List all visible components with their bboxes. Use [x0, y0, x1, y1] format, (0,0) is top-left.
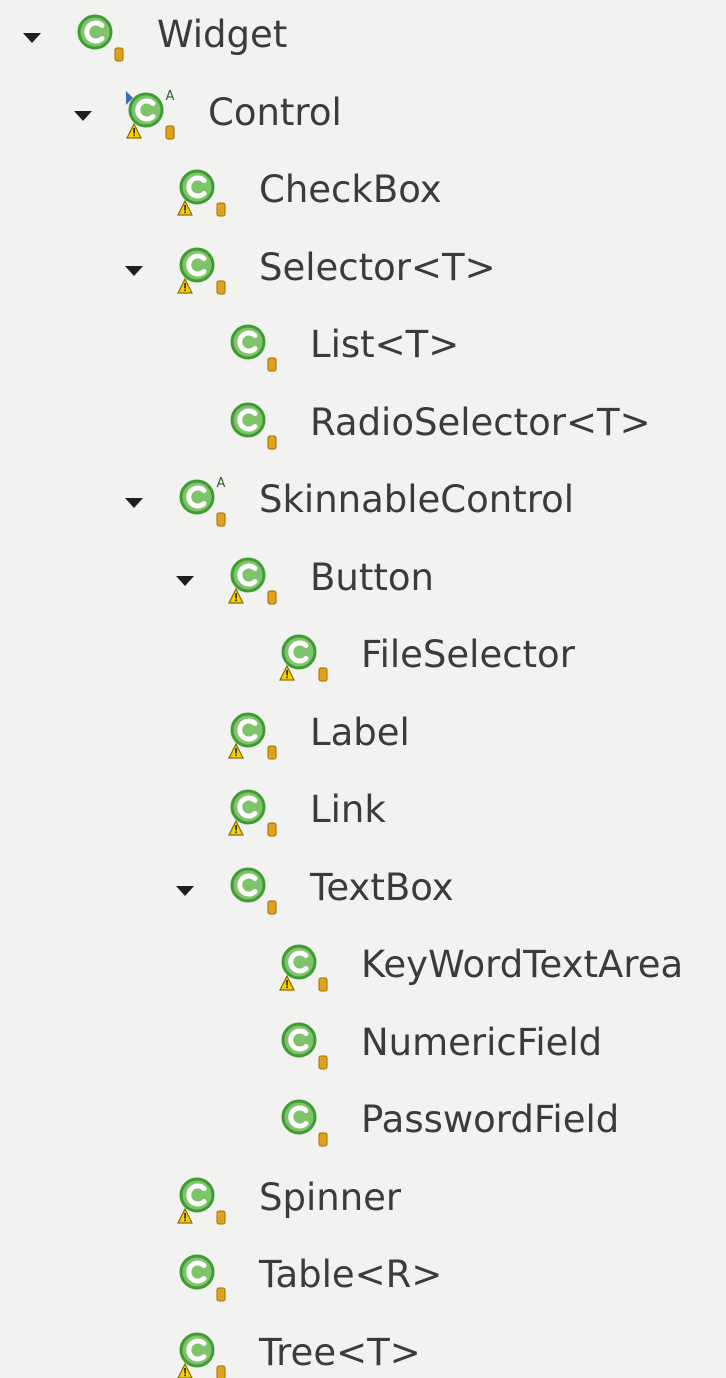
tree-item-label: PasswordField	[361, 1098, 620, 1141]
class-icon	[228, 318, 304, 378]
tree-item-label: SkinnableControl	[259, 478, 575, 521]
tree-row[interactable]: RadioSelector<T>	[0, 388, 726, 466]
tree-row[interactable]: Selector<T>	[0, 233, 726, 311]
tree-row[interactable]: Widget	[0, 0, 726, 78]
tree-item-label: Label	[310, 710, 410, 754]
tree-item-label: List<T>	[310, 323, 460, 366]
tree-row[interactable]: Table<R>	[0, 1240, 726, 1318]
class-icon	[279, 1093, 355, 1153]
class-icon	[177, 163, 253, 223]
tree-row[interactable]: Button	[0, 543, 726, 621]
class-icon	[177, 241, 253, 301]
class-icon	[228, 706, 304, 766]
tree-row[interactable]: Tree<T>	[0, 1318, 726, 1378]
tree-item-label: KeyWordTextArea	[361, 943, 684, 986]
class-icon	[228, 861, 304, 921]
class-icon	[228, 783, 304, 843]
class-icon	[228, 396, 304, 456]
tree-row[interactable]: TextBox	[0, 853, 726, 931]
chevron-down-icon[interactable]	[120, 257, 148, 285]
tree-item-label: FileSelector	[361, 633, 575, 676]
chevron-down-icon[interactable]	[69, 102, 97, 130]
tree-item-label: Selector<T>	[259, 245, 496, 289]
svg-text:A: A	[166, 89, 175, 104]
tree-row[interactable]: PasswordField	[0, 1085, 726, 1163]
tree-item-label: Tree<T>	[259, 1330, 421, 1374]
tree-row[interactable]: CheckBox	[0, 155, 726, 233]
chevron-down-icon[interactable]	[120, 489, 148, 517]
tree-item-label: Link	[310, 788, 386, 831]
type-hierarchy-tree: Widget A Control CheckBox Selector<T> List<T>…	[0, 0, 726, 1378]
chevron-down-icon[interactable]	[171, 877, 199, 905]
tree-row[interactable]: FileSelector	[0, 620, 726, 698]
class-icon: A	[126, 86, 202, 146]
tree-item-label: Button	[310, 555, 434, 599]
tree-row[interactable]: KeyWordTextArea	[0, 930, 726, 1008]
class-icon	[177, 1248, 253, 1308]
chevron-down-icon[interactable]	[18, 24, 46, 52]
class-icon	[279, 628, 355, 688]
class-icon	[279, 938, 355, 998]
chevron-down-icon[interactable]	[171, 567, 199, 595]
tree-item-label: Spinner	[259, 1175, 402, 1219]
class-icon	[177, 1326, 253, 1378]
tree-item-label: Widget	[157, 13, 288, 56]
tree-item-label: Control	[208, 90, 342, 134]
class-icon	[228, 551, 304, 611]
tree-row[interactable]: Label	[0, 698, 726, 776]
class-icon: A	[177, 473, 253, 533]
svg-text:A: A	[217, 476, 226, 491]
tree-item-label: Table<R>	[259, 1253, 443, 1296]
class-icon	[177, 1171, 253, 1231]
tree-row[interactable]: Spinner	[0, 1163, 726, 1241]
tree-item-label: CheckBox	[259, 168, 442, 211]
class-icon	[75, 8, 151, 68]
tree-row[interactable]: A Control	[0, 78, 726, 156]
class-icon	[279, 1016, 355, 1076]
tree-item-label: RadioSelector<T>	[310, 400, 651, 444]
tree-row[interactable]: NumericField	[0, 1008, 726, 1086]
tree-row[interactable]: Link	[0, 775, 726, 853]
tree-row[interactable]: A SkinnableControl	[0, 465, 726, 543]
tree-item-label: TextBox	[310, 865, 454, 909]
tree-row[interactable]: List<T>	[0, 310, 726, 388]
tree-item-label: NumericField	[361, 1020, 603, 1064]
